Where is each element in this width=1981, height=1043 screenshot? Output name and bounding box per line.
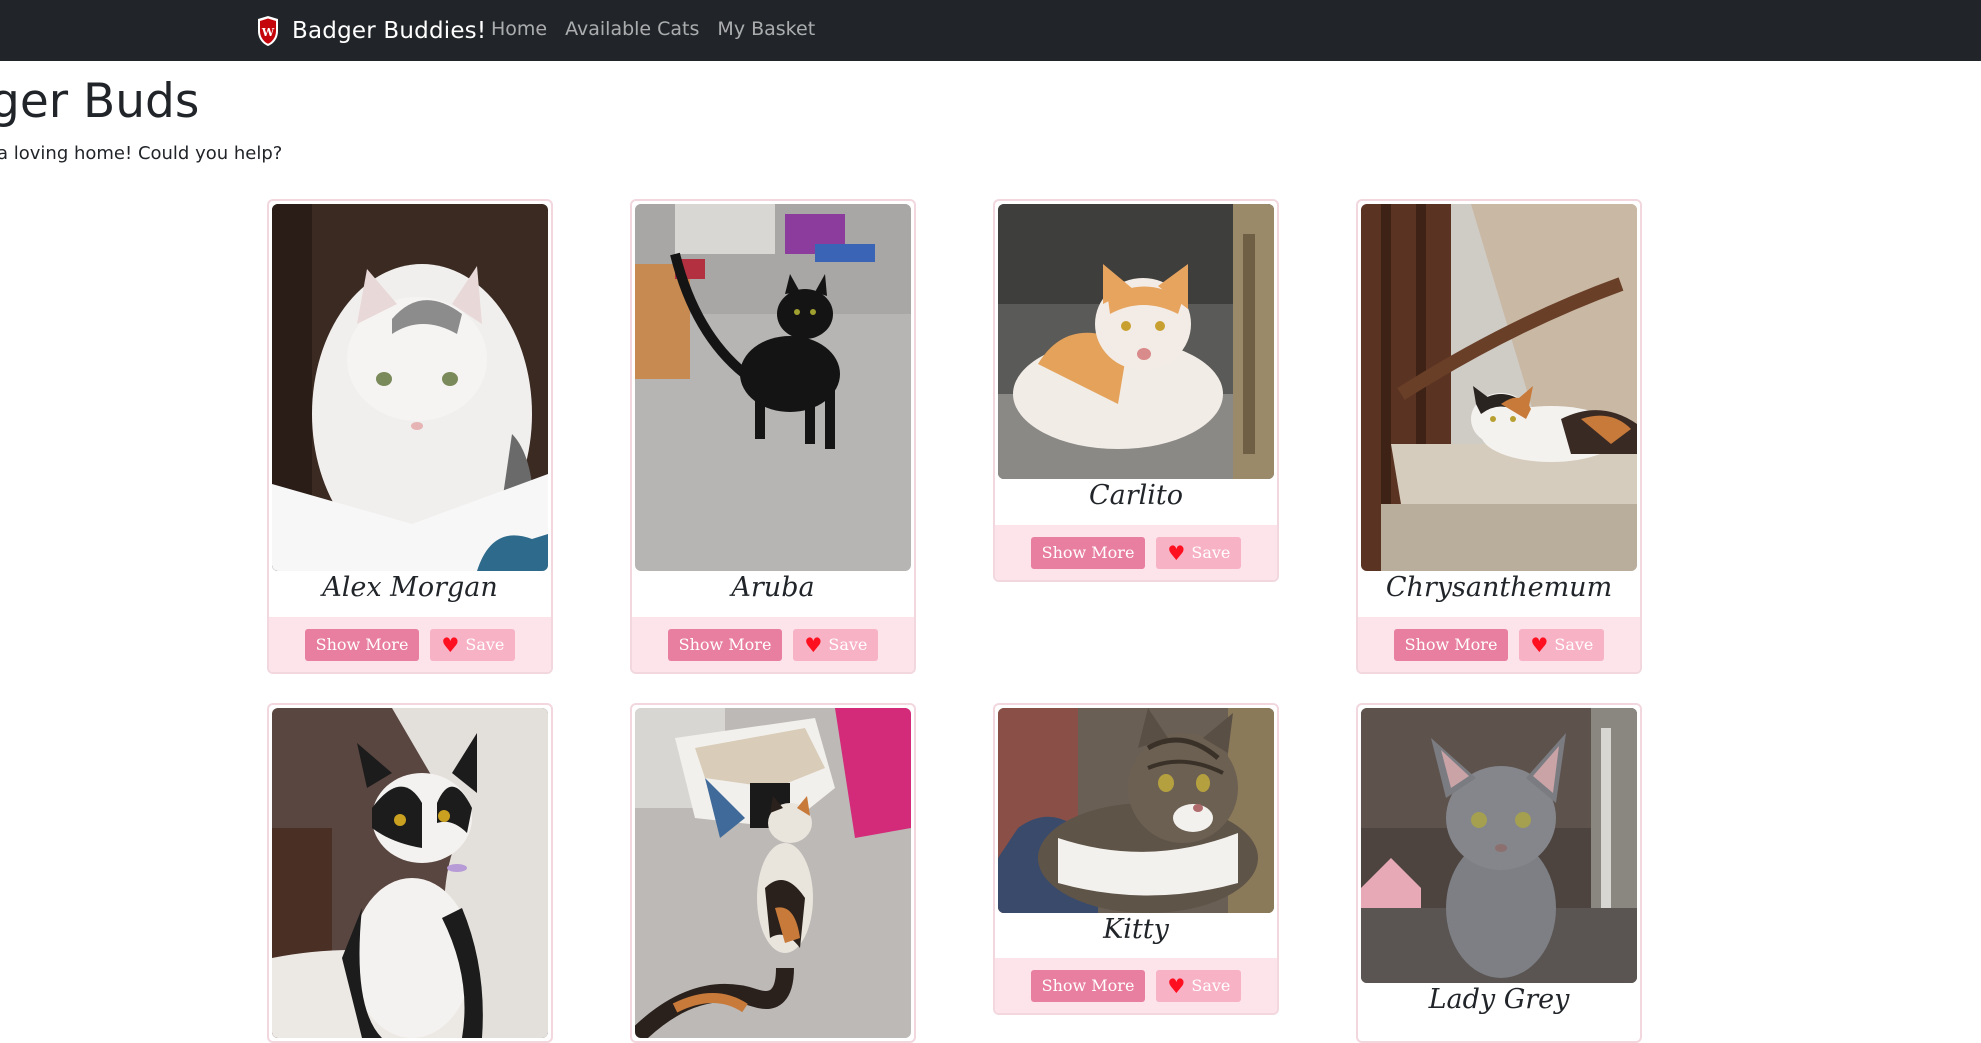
card-footer: Show More ♥ Save (632, 617, 914, 672)
heart-icon: ♥ (804, 632, 823, 657)
page-title: ger Buds (0, 74, 200, 129)
cat-card-5 (267, 703, 553, 1043)
heart-icon: ♥ (1167, 540, 1186, 565)
cat-card-lady-grey: Lady Grey (1356, 703, 1642, 1043)
card-footer: Show More ♥ Save (995, 525, 1277, 580)
brand-title: Badger Buddies! (292, 18, 487, 44)
cat-photo (1361, 708, 1637, 983)
show-more-button[interactable]: Show More (1030, 536, 1146, 569)
save-label: Save (828, 635, 868, 654)
nav-available-cats[interactable]: Available Cats (565, 18, 699, 40)
save-button[interactable]: ♥ Save (430, 628, 516, 661)
show-more-button[interactable]: Show More (667, 628, 783, 661)
cat-photo (635, 204, 911, 571)
svg-text:W: W (261, 26, 275, 39)
save-button[interactable]: ♥ Save (1519, 628, 1605, 661)
cat-photo (1361, 204, 1637, 571)
show-more-button[interactable]: Show More (1393, 628, 1509, 661)
save-button[interactable]: ♥ Save (1156, 969, 1242, 1002)
nav-my-basket[interactable]: My Basket (717, 18, 815, 40)
save-label: Save (1554, 635, 1594, 654)
heart-icon: ♥ (441, 632, 460, 657)
save-button[interactable]: ♥ Save (1156, 536, 1242, 569)
cat-card-kitty: Kitty Show More ♥ Save (993, 703, 1279, 1015)
cat-name: Aruba (731, 572, 815, 603)
crest-icon: W (258, 16, 278, 46)
card-footer: Show More ♥ Save (1358, 617, 1640, 672)
show-more-button[interactable]: Show More (1030, 969, 1146, 1002)
heart-icon: ♥ (1530, 632, 1549, 657)
show-more-button[interactable]: Show More (304, 628, 420, 661)
save-label: Save (1191, 543, 1231, 562)
cat-photo (272, 708, 548, 1038)
cat-photo (998, 204, 1274, 479)
heart-icon: ♥ (1167, 973, 1186, 998)
brand-link[interactable]: W Badger Buddies! (256, 13, 486, 49)
cat-photo (272, 204, 548, 571)
page-subtitle: a loving home! Could you help? (0, 143, 283, 164)
save-label: Save (1191, 976, 1231, 995)
cat-name: Carlito (1088, 480, 1184, 511)
cat-photo (635, 708, 911, 1038)
cat-name: Lady Grey (1428, 984, 1570, 1015)
cat-name: Kitty (1103, 914, 1169, 945)
cat-name: Chrysanthemum (1385, 572, 1613, 603)
cat-photo (998, 708, 1274, 913)
save-label: Save (465, 635, 505, 654)
cat-card-alex-morgan: Alex Morgan Show More ♥ Save (267, 199, 553, 674)
cat-card-6 (630, 703, 916, 1043)
card-footer: Show More ♥ Save (269, 617, 551, 672)
cat-card-carlito: Carlito Show More ♥ Save (993, 199, 1279, 582)
card-footer: Show More ♥ Save (995, 958, 1277, 1013)
cat-card-aruba: Aruba Show More ♥ Save (630, 199, 916, 674)
nav-home[interactable]: Home (491, 18, 547, 40)
save-button[interactable]: ♥ Save (793, 628, 879, 661)
top-navbar: W Badger Buddies! Home Available Cats My… (0, 0, 1981, 61)
cat-card-chrysanthemum: Chrysanthemum Show More ♥ Save (1356, 199, 1642, 674)
cat-name: Alex Morgan (322, 572, 498, 603)
nav-links: Home Available Cats My Basket (491, 18, 833, 40)
